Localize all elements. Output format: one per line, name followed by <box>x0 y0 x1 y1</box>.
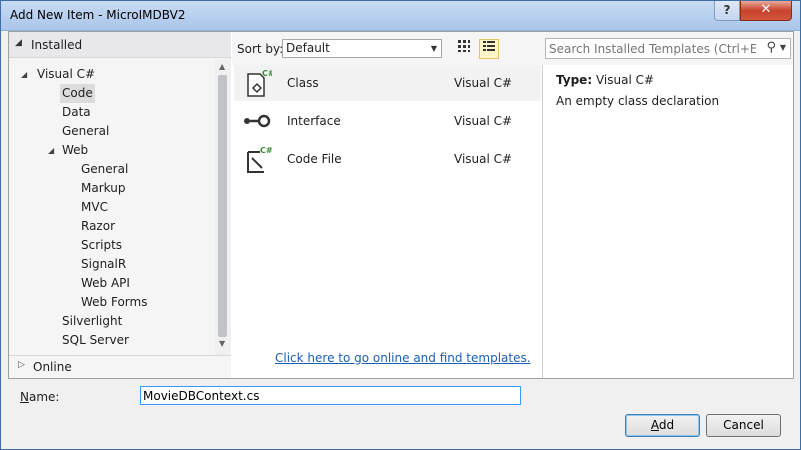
tree-scrollbar[interactable]: ▲ ▼ <box>215 59 231 355</box>
tree-item-scripts[interactable]: Scripts <box>81 236 122 255</box>
cancel-button[interactable]: Cancel <box>706 414 781 437</box>
tree-item-label: Web <box>62 143 89 157</box>
tree-item-razor[interactable]: Razor <box>81 217 115 236</box>
title-bar: Add New Item - MicroIMDBV2 ? ✕ <box>1 1 800 31</box>
scroll-up-icon[interactable]: ▲ <box>219 62 225 71</box>
search-input[interactable] <box>546 39 756 58</box>
window-title: Add New Item - MicroIMDBV2 <box>10 8 186 22</box>
dialog-content: ◢ Installed ◢ Visual C# Code Data Genera… <box>8 31 794 379</box>
tree-item-sql-server[interactable]: SQL Server <box>62 331 129 350</box>
interface-icon <box>244 114 271 128</box>
sort-by-dropdown[interactable]: Default ▼ <box>282 39 442 58</box>
type-label: Type: <box>556 73 593 87</box>
scroll-down-icon[interactable]: ▼ <box>219 339 225 348</box>
tree-item-label: Visual C# <box>37 67 96 81</box>
list-view-button[interactable] <box>479 39 499 59</box>
tree-item-label: Web API <box>81 276 130 290</box>
template-detail-pane: Type: Visual C# An empty class declarati… <box>544 65 793 378</box>
category-tree: ◢ Visual C# Code Data General ◢ Web Gene <box>9 65 215 355</box>
template-description: An empty class declaration <box>556 94 720 108</box>
tree-item-label: General <box>62 124 110 138</box>
collapsed-triangle-icon: ▷ <box>18 360 25 370</box>
tree-item-general[interactable]: General <box>62 122 109 141</box>
type-value: Visual C# <box>595 73 655 87</box>
template-name: Code File <box>287 152 342 166</box>
expanded-triangle-icon: ◢ <box>21 70 28 79</box>
tree-item-label: Razor <box>81 219 116 233</box>
tree-item-label: SQL Server <box>62 333 129 347</box>
tree-item-label: SignalR <box>81 257 127 271</box>
svg-text:C#: C# <box>262 69 272 78</box>
svg-text:C#: C# <box>260 146 272 155</box>
tree-item-signalr[interactable]: SignalR <box>81 255 126 274</box>
template-row-interface[interactable]: Interface Visual C# <box>234 103 541 139</box>
tree-item-label: Code <box>62 86 93 100</box>
dropdown-caret-icon: ▼ <box>430 44 437 53</box>
tree-item-label: Scripts <box>81 238 123 252</box>
close-button[interactable]: ✕ <box>740 1 792 21</box>
name-input[interactable] <box>140 386 521 405</box>
tree-item-code[interactable]: Code <box>60 84 95 103</box>
online-node[interactable]: ▷ Online <box>9 355 231 378</box>
tree-item-label: MVC <box>81 200 108 214</box>
tree-item-web-general[interactable]: General <box>81 160 128 179</box>
add-new-item-dialog: Add New Item - MicroIMDBV2 ? ✕ ◢ Install… <box>0 0 801 450</box>
tree-item-silverlight[interactable]: Silverlight <box>62 312 122 331</box>
template-row-class[interactable]: C# Class Visual C# <box>234 65 541 101</box>
template-name: Interface <box>287 114 341 128</box>
tree-item-mvc[interactable]: MVC <box>81 198 108 217</box>
tree-item-label: Markup <box>81 181 126 195</box>
list-view-icon <box>483 41 495 51</box>
code-file-icon: C# <box>247 146 272 173</box>
search-icon[interactable]: ⚲ <box>766 40 776 55</box>
small-icons-view-button[interactable] <box>454 39 474 59</box>
add-button[interactable]: Add <box>625 414 700 437</box>
tree-item-label: Silverlight <box>62 314 123 328</box>
template-language: Visual C# <box>454 152 513 166</box>
sort-by-value: Default <box>286 41 330 55</box>
template-name: Class <box>287 76 319 90</box>
tree-item-web[interactable]: ◢ Web <box>48 141 88 160</box>
templates-toolbar: Sort by: Default ▼ Search Installed Temp… <box>232 32 793 65</box>
search-templates-box[interactable]: ⚲ ▼ <box>545 38 791 59</box>
sort-by-label: Sort by: <box>237 42 284 56</box>
tree-item-label: Data <box>62 105 91 119</box>
find-online-templates-link[interactable]: Click here to go online and find templat… <box>275 351 531 365</box>
tree-item-label: Web Forms <box>81 295 148 309</box>
search-dropdown-icon[interactable]: ▼ <box>780 43 786 52</box>
tree-item-visual-csharp[interactable]: ◢ Visual C# <box>21 65 95 84</box>
online-label: Online <box>33 360 72 374</box>
template-language: Visual C# <box>454 114 513 128</box>
help-button[interactable]: ? <box>714 1 740 21</box>
tree-item-web-forms[interactable]: Web Forms <box>81 293 147 312</box>
tree-item-web-api[interactable]: Web API <box>81 274 130 293</box>
tree-item-label: General <box>81 162 129 176</box>
tree-item-data[interactable]: Data <box>62 103 91 122</box>
template-type: Type: Visual C# <box>556 73 654 87</box>
scrollbar-thumb[interactable] <box>218 75 227 337</box>
installed-header[interactable]: ◢ Installed <box>9 32 231 58</box>
expanded-triangle-icon: ◢ <box>48 146 55 155</box>
name-label: Name: <box>20 390 60 404</box>
category-tree-panel: ◢ Installed ◢ Visual C# Code Data Genera… <box>9 32 231 378</box>
class-icon: C# <box>247 69 272 97</box>
installed-label: Installed <box>31 38 83 52</box>
templates-list: C# Class Visual C# Interface Visual C# <box>232 65 543 378</box>
grid-view-icon <box>458 40 470 52</box>
tree-item-markup[interactable]: Markup <box>81 179 125 198</box>
template-language: Visual C# <box>454 76 513 90</box>
collapse-triangle-icon: ◢ <box>15 38 22 48</box>
template-row-code-file[interactable]: C# Code File Visual C# <box>234 141 541 177</box>
